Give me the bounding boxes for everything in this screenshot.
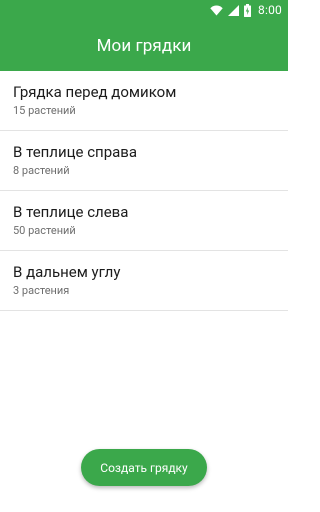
bed-name: В дальнем углу (13, 263, 121, 281)
bed-plant-count: 3 растения (13, 284, 70, 297)
bed-plant-count: 50 растений (13, 224, 76, 237)
bed-name: В теплице справа (13, 143, 138, 161)
bed-name: Грядка перед домиком (13, 83, 177, 101)
bed-name: В теплице слева (13, 203, 129, 221)
app-bar: Мои грядки (0, 20, 288, 71)
list-item[interactable]: Грядка перед домиком 15 растений (0, 71, 288, 131)
bed-plant-count: 8 растений (13, 164, 70, 177)
create-bed-button[interactable]: Создать грядку (81, 449, 207, 486)
wifi-icon (210, 5, 223, 15)
signal-icon (228, 4, 240, 16)
bed-plant-count: 15 растений (13, 104, 76, 117)
page-title: Мои грядки (96, 35, 192, 56)
list-item[interactable]: В теплице справа 8 растений (0, 131, 288, 191)
beds-list: Грядка перед домиком 15 растений В тепли… (0, 71, 288, 311)
battery-charging-icon (244, 3, 252, 17)
status-icons: 8:00 (210, 2, 282, 18)
status-bar: 8:00 (0, 0, 288, 20)
status-time: 8:00 (258, 3, 282, 17)
list-item[interactable]: В теплице слева 50 растений (0, 191, 288, 251)
list-item[interactable]: В дальнем углу 3 растения (0, 251, 288, 311)
